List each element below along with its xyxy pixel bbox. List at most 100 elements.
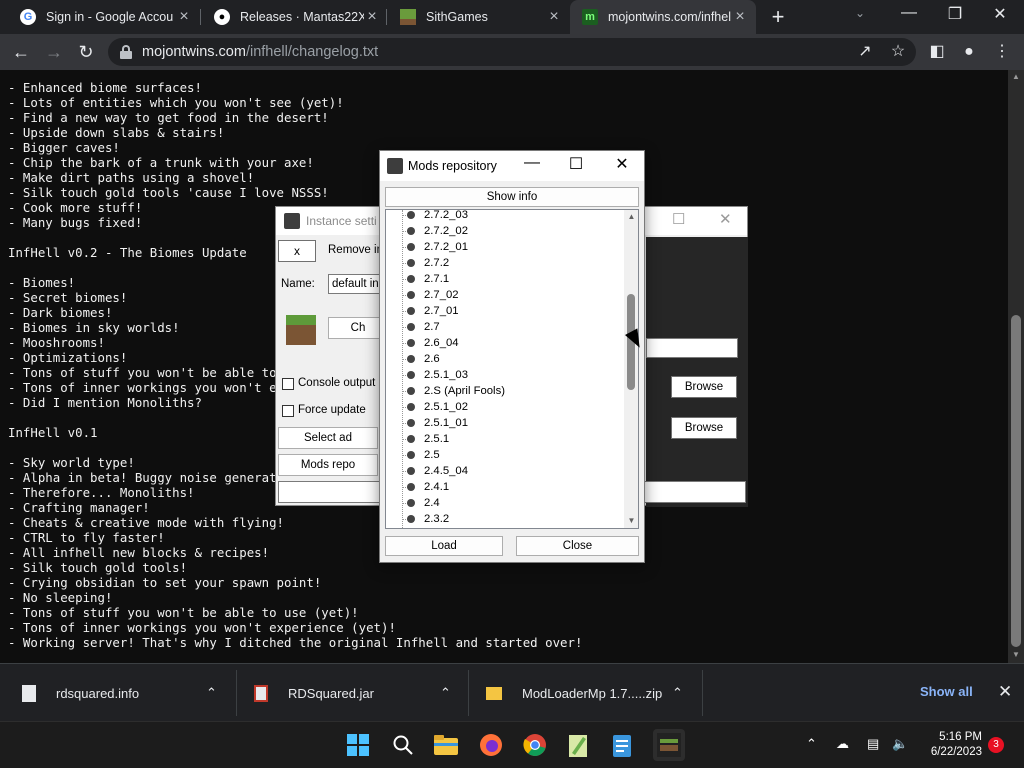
mod-version-item[interactable]: 2.7.2_03	[386, 210, 622, 223]
maximize-icon[interactable]: ☐	[672, 210, 685, 228]
mods-repository-titlebar: Mods repository	[380, 151, 644, 181]
browse-button-1[interactable]: Browse	[671, 376, 737, 398]
chevron-up-icon[interactable]: ⌃	[672, 685, 683, 701]
mod-version-item[interactable]: 2.5.1_01	[386, 415, 622, 431]
mod-version-item[interactable]: 2.7.1	[386, 271, 622, 287]
scroll-down-arrow-icon[interactable]: ▼	[624, 516, 638, 525]
clock-time: 5:16 PM	[939, 731, 982, 743]
scroll-up-arrow-icon[interactable]: ▲	[624, 212, 638, 221]
bullet-icon	[407, 419, 415, 427]
scroll-down-arrow-icon[interactable]: ▼	[1008, 650, 1024, 659]
close-window-icon[interactable]: ✕	[980, 4, 1020, 24]
volume-icon[interactable]: 🔈	[892, 736, 908, 752]
list-scrollbar[interactable]: ▲ ▼	[624, 210, 638, 528]
mod-version-label: 2.5.1_03	[424, 369, 468, 381]
minimize-icon[interactable]: —	[521, 154, 543, 172]
download-item-rdsquared-info[interactable]: rdsquared.info ⌃	[22, 664, 232, 722]
mod-version-tree[interactable]: 2.7.2_03 2.7.2_02 2.7.2_01 2.7.2 2.7.1 2.7_02…	[385, 209, 639, 529]
page-scroll-thumb[interactable]	[1011, 315, 1021, 647]
changelog-line: - Enhanced biome surfaces!	[8, 80, 202, 95]
mod-version-item[interactable]: 2.7.2_01	[386, 239, 622, 255]
tab-mojontwins[interactable]: m mojontwins.com/infhel ×	[570, 0, 756, 34]
back-arrow-icon[interactable]: ←	[10, 41, 32, 63]
mods-repository-button[interactable]: Mods repo	[278, 454, 378, 476]
close-window-icon[interactable]: ✕	[611, 154, 633, 174]
tab-releases[interactable]: ● Releases · Mantas22XY ×	[202, 0, 388, 34]
windows-start-icon[interactable]	[345, 732, 371, 758]
instance-path-field[interactable]	[646, 338, 738, 358]
mod-version-label: 2.7.1	[424, 273, 450, 285]
mod-version-item[interactable]: 2.7_01	[386, 303, 622, 319]
download-item-modloadermp[interactable]: ModLoaderMp 1.7.....zip ⌃	[486, 664, 698, 722]
mod-version-item[interactable]: 2.6_04	[386, 335, 622, 351]
mod-version-item[interactable]: 2.7_02	[386, 287, 622, 303]
maximize-icon[interactable]: ☐	[565, 154, 587, 174]
cloud-sync-icon[interactable]: ☁	[836, 736, 849, 752]
firefox-icon[interactable]	[478, 732, 504, 758]
tab-sithgames[interactable]: SithGames ×	[388, 0, 570, 34]
mod-version-item[interactable]: 2.S (April Fools)	[386, 383, 622, 399]
github-icon: ●	[214, 9, 230, 25]
mod-version-item[interactable]: 2.3.2	[386, 511, 622, 527]
restore-icon[interactable]: ❐	[935, 4, 975, 24]
force-update-checkbox[interactable]	[282, 405, 294, 417]
force-update-label: Force update	[298, 404, 366, 416]
file-explorer-icon[interactable]	[433, 732, 459, 758]
x-button[interactable]: x	[278, 240, 316, 262]
notification-badge[interactable]: 3	[988, 737, 1004, 753]
side-panel-icon[interactable]: ◧	[927, 42, 947, 62]
mod-version-item[interactable]: 2.7.2_02	[386, 223, 622, 239]
mod-version-item[interactable]: 2.5.1_03	[386, 367, 622, 383]
page-scrollbar[interactable]: ▲ ▼	[1008, 70, 1024, 663]
mod-version-item[interactable]: 2.5.1_02	[386, 399, 622, 415]
chevron-up-icon[interactable]: ⌃	[440, 685, 451, 701]
download-item-rdsquared-jar[interactable]: RDSquared.jar ⌃	[254, 664, 464, 722]
browse-button-2[interactable]: Browse	[671, 417, 737, 439]
console-output-checkbox[interactable]	[282, 378, 294, 390]
mod-version-item[interactable]: 2.3.1	[386, 527, 622, 528]
bookmark-star-icon[interactable]: ☆	[888, 42, 908, 62]
select-addons-button[interactable]: Select ad	[278, 427, 378, 449]
mod-version-item[interactable]: 2.7	[386, 319, 622, 335]
mod-version-item[interactable]: 2.4.1	[386, 479, 622, 495]
notepad-plus-icon[interactable]	[565, 732, 591, 758]
mod-version-item[interactable]: 2.7.2	[386, 255, 622, 271]
notepad-icon[interactable]	[609, 732, 635, 758]
bullet-icon	[407, 323, 415, 331]
chevron-up-icon[interactable]: ⌃	[206, 685, 217, 701]
menu-kebab-icon[interactable]: ⋮	[992, 42, 1012, 62]
close-tab-icon[interactable]: ×	[546, 8, 562, 26]
close-window-icon[interactable]: ✕	[719, 210, 732, 228]
mod-version-item[interactable]: 2.5.1	[386, 431, 622, 447]
forward-arrow-icon[interactable]: →	[43, 41, 65, 63]
show-all-link[interactable]: Show all	[920, 684, 973, 699]
tab-search-chevron-icon[interactable]: ⌄	[855, 6, 865, 20]
load-button[interactable]: Load	[385, 536, 503, 556]
beta-crops-app-icon[interactable]	[653, 729, 685, 761]
mod-version-item[interactable]: 2.4	[386, 495, 622, 511]
share-icon[interactable]: ↗	[855, 42, 875, 62]
network-icon[interactable]: ▤	[867, 736, 879, 752]
close-tab-icon[interactable]: ×	[732, 8, 748, 26]
system-clock[interactable]: 5:16 PM 6/22/2023	[922, 730, 982, 760]
search-icon[interactable]	[390, 732, 416, 758]
mod-version-item[interactable]: 2.6	[386, 351, 622, 367]
minimize-icon[interactable]: —	[889, 4, 929, 22]
mod-version-item[interactable]: 2.5	[386, 447, 622, 463]
reload-icon[interactable]: ↻	[75, 41, 97, 63]
mod-version-label: 2.7_02	[424, 289, 459, 301]
address-bar[interactable]: mojontwins.com/infhell/changelog.txt	[108, 38, 916, 66]
new-tab-plus-icon[interactable]: +	[768, 4, 788, 30]
show-info-button[interactable]: Show info	[385, 187, 639, 207]
close-button[interactable]: Close	[516, 536, 639, 556]
chrome-icon[interactable]	[522, 732, 548, 758]
tab-google-account[interactable]: G Sign in - Google Accou ×	[8, 0, 200, 34]
scroll-up-arrow-icon[interactable]: ▲	[1008, 72, 1024, 81]
close-tab-icon[interactable]: ×	[176, 8, 192, 26]
profile-icon[interactable]: ●	[959, 42, 979, 62]
mod-version-item[interactable]: 2.4.5_04	[386, 463, 622, 479]
close-downloads-icon[interactable]: ✕	[998, 682, 1012, 702]
close-tab-icon[interactable]: ×	[364, 8, 380, 26]
tray-overflow-chevron-icon[interactable]: ⌃	[806, 736, 817, 752]
bullet-icon	[407, 259, 415, 267]
